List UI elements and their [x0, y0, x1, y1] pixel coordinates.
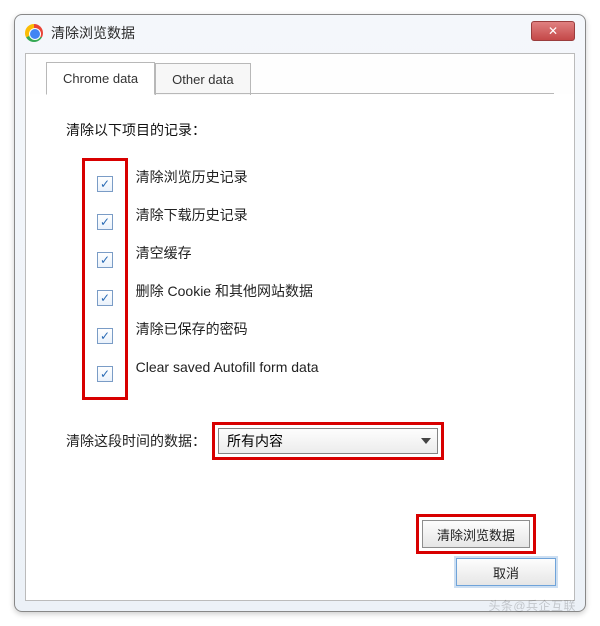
checkbox-download-history[interactable]: ✓ — [97, 214, 113, 230]
checkbox-cookies[interactable]: ✓ — [97, 290, 113, 306]
tab-strip: Chrome data Other data — [26, 54, 574, 94]
close-icon: ✕ — [548, 25, 558, 37]
primary-button-row: 清除浏览数据 — [66, 514, 544, 554]
option-label: 清除浏览历史记录 — [128, 167, 248, 187]
time-range-select[interactable]: 所有内容 — [218, 428, 438, 454]
chevron-down-icon — [421, 438, 431, 444]
tab-panel-chrome: 清除以下项目的记录： ✓ ✓ ✓ ✓ ✓ — [26, 94, 574, 564]
option-row: ✓ — [91, 279, 119, 317]
tab-label: Other data — [172, 72, 233, 87]
option-row: ✓ — [91, 317, 119, 355]
option-label: 删除 Cookie 和其他网站数据 — [128, 281, 313, 301]
checkbox-cache[interactable]: ✓ — [97, 252, 113, 268]
option-row: ✓ — [91, 165, 119, 203]
time-range-highlight: 所有内容 — [212, 422, 444, 460]
option-label: 清除已保存的密码 — [128, 319, 248, 339]
time-range-label: 清除这段时间的数据： — [66, 431, 206, 451]
time-range-row: 清除这段时间的数据： 所有内容 — [66, 422, 544, 460]
close-button[interactable]: ✕ — [531, 21, 575, 41]
checkbox-browsing-history[interactable]: ✓ — [97, 176, 113, 192]
clear-data-button[interactable]: 清除浏览数据 — [422, 520, 530, 548]
option-label: Clear saved Autofill form data — [128, 359, 319, 375]
tab-label: Chrome data — [63, 71, 138, 86]
tab-other-data[interactable]: Other data — [155, 63, 250, 95]
option-row: ✓ — [91, 203, 119, 241]
chrome-icon — [25, 24, 43, 42]
section-heading: 清除以下项目的记录： — [66, 120, 544, 140]
checkbox-passwords[interactable]: ✓ — [97, 328, 113, 344]
clear-button-highlight: 清除浏览数据 — [416, 514, 536, 554]
button-label: 取消 — [493, 563, 519, 582]
window-title: 清除浏览数据 — [51, 23, 135, 43]
tab-chrome-data[interactable]: Chrome data — [46, 62, 155, 95]
option-label: 清除下载历史记录 — [128, 205, 248, 225]
titlebar[interactable]: 清除浏览数据 ✕ — [15, 15, 585, 51]
checkbox-autofill[interactable]: ✓ — [97, 366, 113, 382]
dialog-window: 清除浏览数据 ✕ Chrome data Other data 清除以下项目的记… — [14, 14, 586, 612]
select-value: 所有内容 — [227, 431, 283, 451]
options-list: ✓ ✓ ✓ ✓ ✓ ✓ — [82, 158, 544, 400]
button-label: 清除浏览数据 — [437, 525, 515, 544]
dialog-footer: 取消 — [456, 558, 556, 586]
option-label: 清空缓存 — [128, 243, 192, 263]
checkbox-highlight: ✓ ✓ ✓ ✓ ✓ ✓ — [82, 158, 128, 400]
cancel-button[interactable]: 取消 — [456, 558, 556, 586]
client-area: Chrome data Other data 清除以下项目的记录： ✓ ✓ ✓ — [25, 53, 575, 601]
option-row: ✓ — [91, 241, 119, 279]
option-row: ✓ — [91, 355, 119, 393]
